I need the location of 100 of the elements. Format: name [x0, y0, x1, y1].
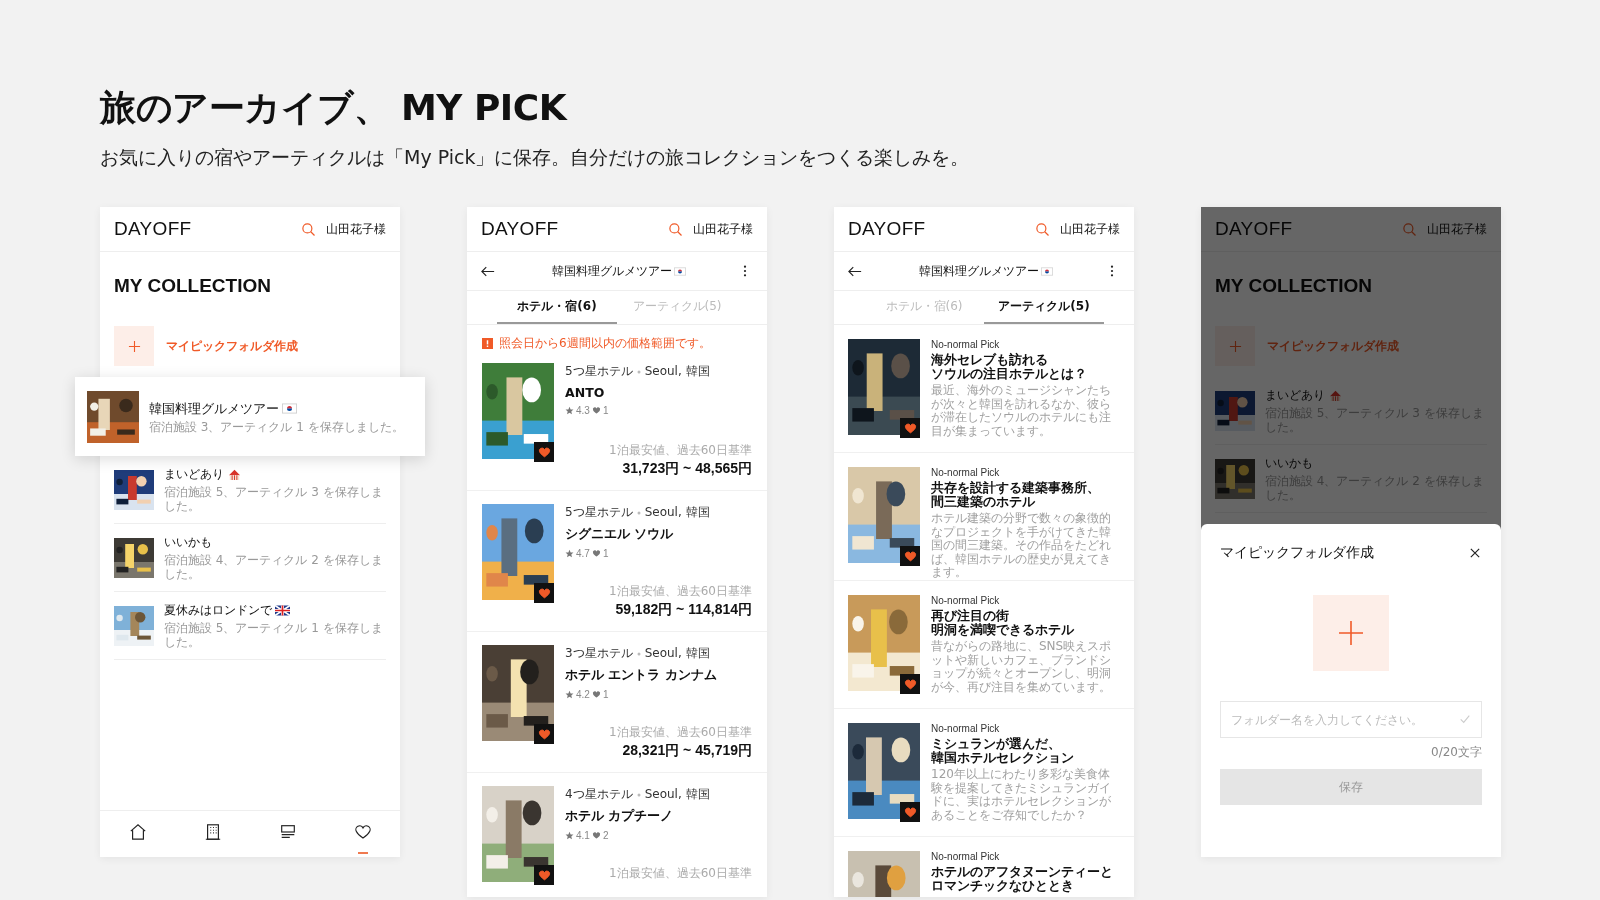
heart-icon — [537, 445, 551, 459]
article-card[interactable]: No-normal Pick 共存を設計する建築事務所、 間三建築のホテル ホテル建築の分野で数々の象徴的なプロジェクトを手がけてきた韓国の間三建築。その作品をたどれば、韓国ホテルの歴史が見えてきます。 — [834, 453, 1134, 581]
article-label: No-normal Pick — [931, 851, 1001, 862]
article-label: No-normal Pick — [931, 595, 1001, 606]
article-title: 海外セレブも訪れる — [931, 353, 1049, 367]
dot-icon — [636, 369, 641, 374]
star-icon — [565, 549, 574, 558]
heart-icon — [537, 727, 551, 741]
logo[interactable]: DAYOFF — [114, 218, 301, 240]
article-title: 共存を設計する建築事務所、 — [931, 481, 1101, 495]
article-title: ロマンチックなひととき — [931, 879, 1075, 893]
heart-icon — [903, 421, 917, 435]
alert-icon — [482, 337, 493, 349]
user-name[interactable]: 山田花子様 — [693, 220, 753, 238]
rating: 4.2 — [576, 689, 590, 700]
folder-name: 韓国料理グルメツアー — [149, 399, 279, 418]
like-count: 1 — [602, 548, 609, 559]
save-heart-button[interactable] — [900, 802, 920, 822]
save-heart-button[interactable] — [900, 674, 920, 694]
check-icon — [1459, 713, 1471, 725]
hotel-name: ANTO — [565, 385, 606, 400]
article-card[interactable]: No-normal Pick ミシュランが選んだ、 韓国ホテルセレクション 120年以上にわたり多彩な美食体験を提案してきたミシュランガイドに、実はホテルセレクションがあることをご存知でしたか？ — [834, 709, 1134, 837]
home-icon — [128, 823, 147, 841]
folder-item[interactable]: いいかも 宿泊施設 4、アーティクル 2 を保存しました。 — [114, 524, 386, 592]
hotel-card[interactable]: 3つ星ホテル Seoul, 韓国 ホテル エントラ カンナム 4.2 1 1泊最安値、過去60日基準 28,321円 ~ 45,719円 — [467, 632, 767, 773]
like-count: 1 — [602, 689, 609, 700]
save-heart-button[interactable] — [534, 724, 554, 744]
save-heart-button[interactable] — [900, 546, 920, 566]
more-icon[interactable] — [1110, 265, 1114, 277]
search-icon[interactable] — [668, 221, 683, 237]
heart-icon — [903, 805, 917, 819]
plus-icon — [1228, 339, 1242, 353]
hotel-location: Seoul, 韓国 — [644, 786, 710, 803]
hotel-category: 4つ星ホテル — [565, 786, 633, 803]
hotel-location: Seoul, 韓国 — [644, 504, 710, 521]
logo[interactable]: DAYOFF — [1215, 218, 1402, 240]
hotel-card[interactable]: 5つ星ホテル Seoul, 韓国 シグニエル ソウル 4.7 1 1泊最安値、過去60日基準 59,182円 ~ 114,814円 — [467, 491, 767, 632]
save-heart-button[interactable] — [900, 418, 920, 438]
folder-summary: 宿泊施設 5、アーティクル 3 を保存しました。 — [164, 485, 384, 513]
tab[interactable]: アーティクル(5) — [984, 291, 1104, 324]
dot-icon — [636, 510, 641, 515]
article-description: 最近、海外のミュージシャンたちが次々と韓国を訪れるなか、彼らが滞在したソウルのホテルにも注目が集まっています。 — [931, 384, 1112, 438]
hotel-card[interactable]: 5つ星ホテル Seoul, 韓国 ANTO 4.3 1 1泊最安値、過去60日基準 31,723円 ~ 48,565円 — [467, 350, 767, 491]
price-note: 1泊最安値、過去60日基準 — [608, 584, 752, 598]
rating: 4.7 — [576, 548, 590, 559]
back-arrow-icon[interactable] — [848, 265, 862, 277]
article-description: 昔ながらの路地に、SNS映えスポットや新しいカフェ、ブランドショップが続々とオープンし、明洞が今、再び注目を集めています。 — [931, 640, 1113, 694]
sheet-title: マイピックフォルダ作成 — [1220, 544, 1374, 562]
article-label: No-normal Pick — [931, 723, 1001, 734]
back-arrow-icon[interactable] — [481, 265, 495, 277]
more-icon[interactable] — [743, 265, 747, 277]
save-heart-button[interactable] — [534, 442, 554, 462]
heart-icon — [903, 677, 917, 691]
list-icon — [278, 823, 297, 841]
collection-title: MY COLLECTION — [1215, 276, 1373, 296]
article-description: 120年以上にわたり多彩な美食体験を提案してきたミシュランガイドに、実はホテルセレクションがあることをご存知でしたか？ — [931, 768, 1112, 822]
article-title: ソウルの注目ホテルとは？ — [931, 367, 1088, 381]
search-icon[interactable] — [1035, 221, 1050, 237]
article-card[interactable]: No-normal Pick 再び注目の街 明洞を満喫できるホテル 昔ながらの路地に、SNS映えスポットや新しいカフェ、ブランドショップが続々とオープンし、明洞が今、再び注目を集めています。 — [834, 581, 1134, 709]
heart-icon — [353, 823, 372, 841]
article-card[interactable]: No-normal Pick 海外セレブも訪れる ソウルの注目ホテルとは？ 最近、海外のミュージシャンたちが次々と韓国を訪れるなか、彼らが滞在したソウルのホテルにも注目が集まっています。 — [834, 325, 1134, 453]
save-heart-button[interactable] — [534, 865, 554, 885]
save-heart-button[interactable] — [534, 583, 554, 603]
folder-item[interactable]: 夏休みはロンドンで 宿泊施設 5、アーティクル 1 を保存しました。 — [114, 592, 386, 660]
notice-text: 照会日から6週間以内の価格範囲です。 — [499, 336, 711, 350]
folder-item[interactable]: 韓国料理グルメツアー 宿泊施設 3、アーティクル 1 を保存しました。 — [75, 377, 425, 456]
tab[interactable]: ホテル・宿(6) — [497, 291, 617, 324]
search-icon[interactable] — [301, 221, 316, 237]
hotel-card[interactable]: 4つ星ホテル Seoul, 韓国 ホテル カプチーノ 4.1 2 1泊最安値、過去60日基準 — [467, 773, 767, 897]
article-card[interactable]: No-normal Pick ホテルのアフタヌーンティーと ロマンチックなひととき — [834, 837, 1134, 897]
user-name[interactable]: 山田花子様 — [1060, 220, 1120, 238]
collection-title: MY COLLECTION — [114, 276, 272, 296]
article-title: 再び注目の街 — [931, 609, 1010, 623]
article-label: No-normal Pick — [931, 339, 1001, 350]
logo[interactable]: DAYOFF — [481, 218, 668, 240]
price-note: 1泊最安値、過去60日基準 — [608, 866, 752, 880]
price-range: 59,182円 ~ 114,814円 — [614, 600, 752, 618]
folder-title: 韓国料理グルメツアー — [919, 262, 1039, 280]
plus-icon — [127, 339, 141, 353]
plus-icon — [1338, 620, 1364, 646]
folder-name: いいかも — [1265, 455, 1313, 472]
hotel-category: 5つ星ホテル — [565, 504, 633, 521]
page-title: 旅のアーカイブ、 MY PICK — [100, 86, 569, 130]
heart-icon — [591, 831, 601, 840]
hotel-name: シグニエル ソウル — [565, 526, 675, 543]
folder-item[interactable]: まいどあり 宿泊施設 5、アーティクル 3 を保存しました。 — [114, 456, 386, 524]
heart-icon — [591, 406, 601, 415]
logo[interactable]: DAYOFF — [848, 218, 1035, 240]
user-name[interactable]: 山田花子様 — [1427, 220, 1487, 238]
close-icon[interactable] — [1470, 548, 1480, 558]
heart-icon — [537, 868, 551, 882]
article-title: ミシュランが選んだ、 — [931, 737, 1062, 751]
user-name[interactable]: 山田花子様 — [326, 220, 386, 238]
building-icon — [203, 823, 222, 841]
folder-name: まいどあり — [164, 466, 224, 483]
hotel-category: 3つ星ホテル — [565, 645, 633, 662]
price-range: 31,723円 ~ 48,565円 — [621, 459, 752, 477]
character-counter: 0/20文字 — [1431, 744, 1482, 761]
heart-icon — [591, 690, 601, 699]
article-description: ホテル建築の分野で数々の象徴的なプロジェクトを手がけてきた韓国の間三建築。その作品をたどれば、韓国ホテルの歴史が見えてきます。 — [931, 512, 1112, 580]
